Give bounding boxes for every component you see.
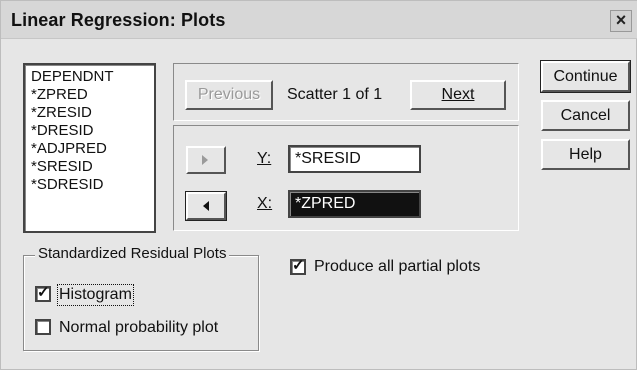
scatter-status: Scatter 1 of 1	[287, 86, 383, 103]
cancel-button[interactable]: Cancel	[541, 100, 630, 131]
list-item[interactable]: *ZPRED	[31, 86, 154, 104]
arrow-left-icon	[203, 201, 209, 211]
y-axis-field[interactable]: *SRESID	[288, 145, 421, 173]
partial-plots-checkbox[interactable]: ✓	[290, 257, 306, 275]
cancel-label: Cancel	[560, 107, 611, 124]
check-icon: ✓	[292, 257, 305, 274]
y-axis-label-text: Y:	[257, 150, 272, 167]
histogram-label[interactable]: Histogram	[57, 284, 134, 306]
list-item[interactable]: *DRESID	[31, 122, 154, 140]
variable-list[interactable]: DEPENDNT *ZPRED *ZRESID *DRESID *ADJPRED…	[23, 63, 156, 233]
list-item[interactable]: *ZRESID	[31, 104, 154, 122]
continue-button[interactable]: Continue	[541, 61, 630, 92]
move-to-y-button[interactable]	[186, 146, 226, 174]
x-axis-label: X:	[257, 195, 272, 213]
previous-button[interactable]: Previous	[185, 80, 273, 110]
dialog-title: Linear Regression: Plots	[11, 10, 226, 30]
next-button[interactable]: Next	[410, 80, 506, 110]
residual-plots-legend: Standardized Residual Plots	[35, 245, 230, 262]
partial-plots-label[interactable]: Produce all partial plots	[314, 258, 480, 276]
help-button[interactable]: Help	[541, 139, 630, 170]
list-item[interactable]: DEPENDNT	[31, 68, 154, 86]
previous-label: Previous	[197, 86, 261, 103]
next-label: Next	[441, 86, 475, 103]
list-item[interactable]: *SRESID	[31, 158, 154, 176]
move-to-x-button[interactable]	[186, 192, 226, 220]
histogram-checkbox[interactable]: ✓	[35, 284, 51, 302]
x-axis-label-text: X:	[257, 195, 273, 212]
close-icon: ×	[615, 10, 627, 30]
list-item[interactable]: *SDRESID	[31, 176, 154, 194]
normal-probability-label[interactable]: Normal probability plot	[59, 319, 218, 337]
help-label: Help	[569, 146, 602, 163]
x-axis-field[interactable]: *ZPRED	[288, 190, 421, 218]
y-axis-label: Y:	[257, 150, 271, 168]
check-icon: ✓	[37, 284, 50, 301]
continue-label: Continue	[553, 68, 618, 85]
close-button[interactable]: ×	[610, 10, 632, 32]
title-bar[interactable]: Linear Regression: Plots ×	[1, 1, 637, 39]
linear-regression-plots-dialog: Linear Regression: Plots × DEPENDNT *ZPR…	[0, 0, 637, 370]
list-item[interactable]: *ADJPRED	[31, 140, 154, 158]
arrow-right-icon	[202, 155, 208, 165]
normal-probability-checkbox[interactable]	[35, 319, 51, 335]
